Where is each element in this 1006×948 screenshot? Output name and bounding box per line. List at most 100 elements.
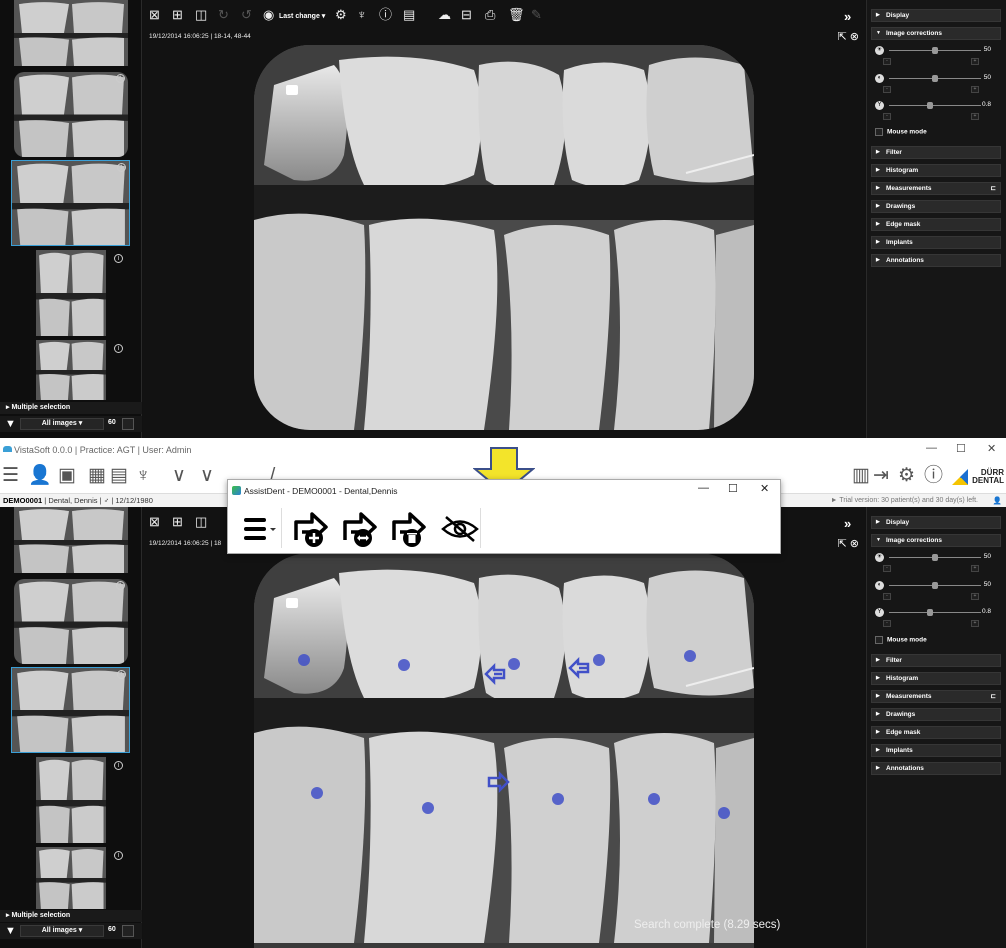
section-filter[interactable]: Filter [871,146,1001,159]
thumbnail[interactable] [14,507,128,573]
add-image-icon[interactable] [292,510,332,548]
delete-icon[interactable]: 🗑 [508,8,525,21]
thumbnail-selected[interactable]: i [11,160,130,246]
logout-icon[interactable]: ⇥ [873,465,889,487]
filter-select[interactable]: All images ▾ [20,418,104,430]
mouse-mode-checkbox[interactable]: Mouse mode [875,636,927,644]
info-icon[interactable]: i [117,163,126,172]
detach-icon[interactable]: ⇱ [838,538,847,550]
section-image-corrections[interactable]: Image corrections [871,27,1001,40]
info-icon[interactable]: i [114,344,123,353]
close-image-icon[interactable]: ⊗ [850,538,859,550]
document-icon[interactable]: ▤ [110,465,128,487]
section-image-corrections[interactable]: Image corrections [871,534,1001,547]
increase-button[interactable]: + [971,113,979,120]
section-annotations[interactable]: Annotations [871,762,1001,775]
info-icon[interactable]: i [116,581,125,590]
thumbnail[interactable]: i [14,72,128,157]
maximize-button[interactable]: ☐ [956,442,966,455]
decrease-button[interactable]: - [883,565,891,572]
xray-image[interactable] [254,45,754,430]
filter-icon[interactable]: ▼ [5,418,16,430]
section-measurements[interactable]: Measurements ⊏ [871,690,1001,703]
xray-image-annotated[interactable] [254,553,754,948]
section-drawings[interactable]: Drawings [871,708,1001,721]
tooth-icon[interactable]: ♆ [357,8,367,21]
brightness-slider[interactable]: ☀ 50 - + [875,46,1001,72]
user-icon[interactable]: 👤 [993,494,1002,507]
settings-icon[interactable]: ⚙ [898,465,915,487]
decrease-button[interactable]: - [883,593,891,600]
increase-button[interactable]: + [971,620,979,627]
section-measurements[interactable]: Measurements ⊏ [871,182,1001,195]
decrease-button[interactable]: - [883,86,891,93]
help-icon[interactable]: ⓘ [924,465,943,487]
close-button[interactable]: ✕ [760,482,769,495]
checkbox[interactable] [875,636,883,644]
tooth-icon[interactable]: ♆ [136,465,150,487]
layout-icon[interactable]: ◫ [195,8,207,21]
tooth-marker[interactable] [508,658,520,670]
tooth-marker[interactable] [648,793,660,805]
hide-annotations-icon[interactable] [440,514,480,544]
collapse-panel-button[interactable]: » [844,9,851,24]
close-image-icon[interactable]: ⊗ [850,31,859,43]
ruler-icon[interactable]: ⊏ [991,183,996,194]
section-histogram[interactable]: Histogram [871,164,1001,177]
edit-icon[interactable]: ✎ [531,8,542,21]
compare-image-icon[interactable] [341,510,381,548]
ai-eye-icon[interactable]: ⚙ [335,8,347,21]
section-implants[interactable]: Implants [871,236,1001,249]
info-icon[interactable]: i [114,761,123,770]
section-filter[interactable]: Filter [871,654,1001,667]
panoramic-icon[interactable]: ∨ [172,465,186,487]
last-change-dropdown[interactable]: Last change ▾ [279,12,325,20]
maximize-button[interactable]: ☐ [728,482,738,495]
contrast-slider[interactable]: ◐ 50 - + [875,74,1001,100]
multiple-selection-toggle[interactable]: ▸ Multiple selection [0,402,142,414]
decrease-button[interactable]: - [883,620,891,627]
filter-icon[interactable]: ▼ [5,925,16,937]
cloud-icon[interactable]: ☁ [438,8,451,21]
tooth-marker[interactable] [552,793,564,805]
increase-button[interactable]: + [971,86,979,93]
tooth-marker[interactable] [593,654,605,666]
tooth-marker[interactable] [422,802,434,814]
close-button[interactable]: ✕ [987,442,996,455]
compare-icon[interactable]: ⊠ [149,515,160,528]
list-icon[interactable]: ☰ [2,465,19,487]
tooth-marker[interactable] [298,654,310,666]
checklist-icon[interactable]: ▦ [88,465,106,487]
delete-image-icon[interactable] [390,510,430,548]
section-annotations[interactable]: Annotations [871,254,1001,267]
section-edge-mask[interactable]: Edge mask [871,726,1001,739]
thumbnail[interactable] [36,757,106,843]
minimize-button[interactable]: — [698,482,709,494]
bitewing-icon[interactable]: ∨ [200,465,214,487]
section-edge-mask[interactable]: Edge mask [871,218,1001,231]
section-display[interactable]: Display [871,9,1001,22]
info-icon[interactable]: i [117,670,126,679]
increase-button[interactable]: + [971,593,979,600]
detach-icon[interactable]: ⇱ [838,31,847,43]
menu-icon[interactable] [242,516,276,542]
thumbnail[interactable] [36,250,106,336]
brightness-slider[interactable]: ☀ 50 - + [875,553,1001,579]
filter-select[interactable]: All images ▾ [20,925,104,937]
eye-icon[interactable]: ◉ [263,8,274,21]
increase-button[interactable]: + [971,58,979,65]
export-icon[interactable]: ⊟ [461,8,472,21]
checkbox[interactable] [875,128,883,136]
thumbnail[interactable] [36,340,106,400]
zoom-fit-icon[interactable]: ⊞ [172,515,183,528]
info-icon[interactable]: i [116,74,125,83]
collapse-panel-button[interactable]: » [844,516,851,531]
section-drawings[interactable]: Drawings [871,200,1001,213]
device-icon[interactable]: ▥ [852,465,870,487]
thumbnail-selected[interactable]: i [11,667,130,753]
rotate-right-icon[interactable]: ↻ [218,8,229,21]
print-icon[interactable]: ⎙ [485,8,495,21]
section-display[interactable]: Display [871,516,1001,529]
rotate-left-icon[interactable]: ↺ [241,8,252,21]
info-icon[interactable]: ⓘ [379,8,392,21]
